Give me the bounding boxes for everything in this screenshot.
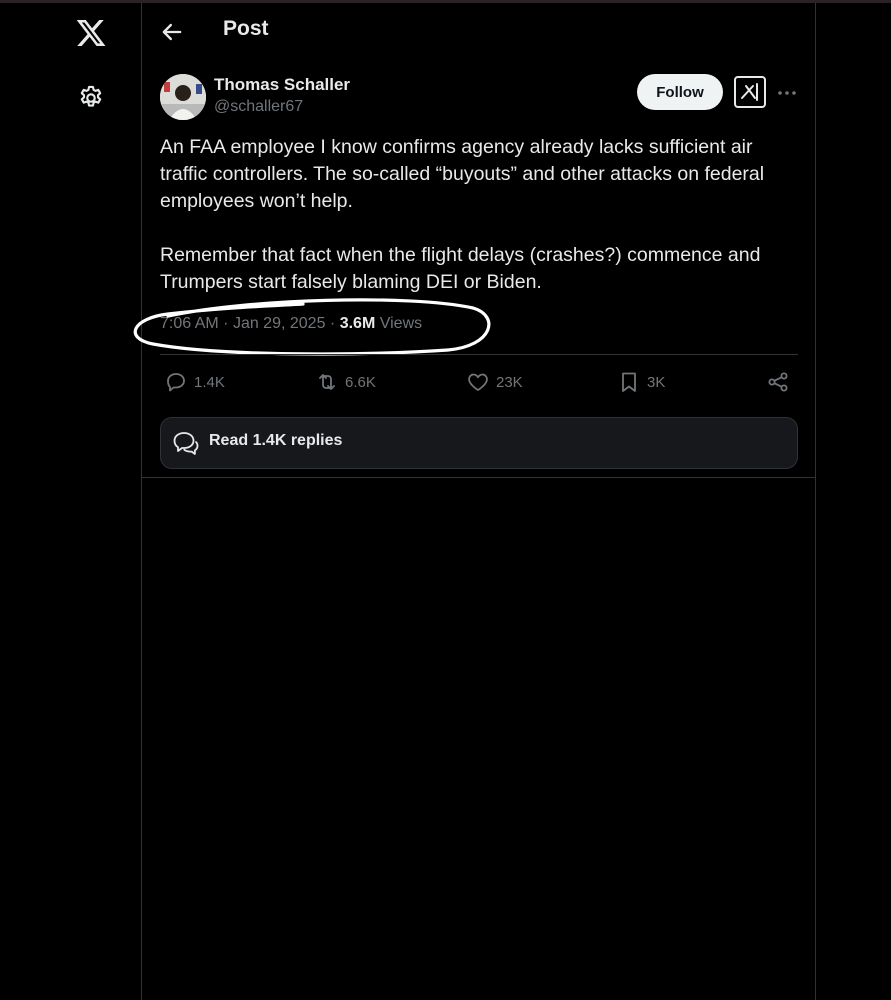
read-replies-button[interactable]: Read 1.4K replies [160,417,798,469]
page-header: Post [142,3,815,59]
back-arrow-icon[interactable] [158,18,186,46]
reply-icon [167,373,185,392]
action-bar: 1.4K 6.6K 23K 3K [160,365,800,399]
share-button[interactable] [766,365,796,399]
more-icon[interactable] [775,81,799,105]
page-title: Post [223,17,269,40]
bookmark-icon [622,372,636,392]
post-time[interactable]: 7:06 AM [160,315,219,332]
meta-separator: · [329,315,340,332]
post-paragraph: An FAA employee I know confirms agency a… [160,136,765,212]
follow-button[interactable]: Follow [637,74,723,110]
x-logo-icon[interactable] [75,17,107,49]
reply-button[interactable]: 1.4K [164,365,225,399]
post-paragraph: Remember that fact when the flight delay… [160,244,761,293]
repost-button[interactable]: 6.6K [315,365,376,399]
bookmark-button[interactable]: 3K [617,365,665,399]
post-text: An FAA employee I know confirms agency a… [160,134,800,296]
divider [142,477,815,478]
reply-count: 1.4K [194,373,225,391]
post-column: Post Thomas Schaller @schaller67 Follow … [133,3,816,1000]
like-count: 23K [496,373,523,391]
read-replies-label: Read 1.4K replies [209,432,343,449]
author-name[interactable]: Thomas Schaller [214,75,350,95]
views-label: Views [379,315,423,332]
like-icon [468,373,488,391]
avatar[interactable] [160,74,206,120]
share-icon [768,372,788,392]
bookmark-count: 3K [647,373,666,391]
divider [160,354,798,355]
grok-icon[interactable] [733,75,767,109]
gear-icon[interactable] [77,84,105,112]
post-date[interactable]: Jan 29, 2025 [233,315,326,332]
left-sidebar [0,0,141,1000]
repost-count: 6.6K [345,373,376,391]
chat-bubbles-icon [173,432,199,455]
repost-icon [319,374,335,390]
meta-separator: · [223,315,233,332]
post-metadata: 7:06 AM · Jan 29, 2025 · 3.6M Views [160,315,422,333]
author-handle[interactable]: @schaller67 [214,98,303,116]
like-button[interactable]: 23K [466,365,523,399]
views-count: 3.6M [339,315,376,332]
